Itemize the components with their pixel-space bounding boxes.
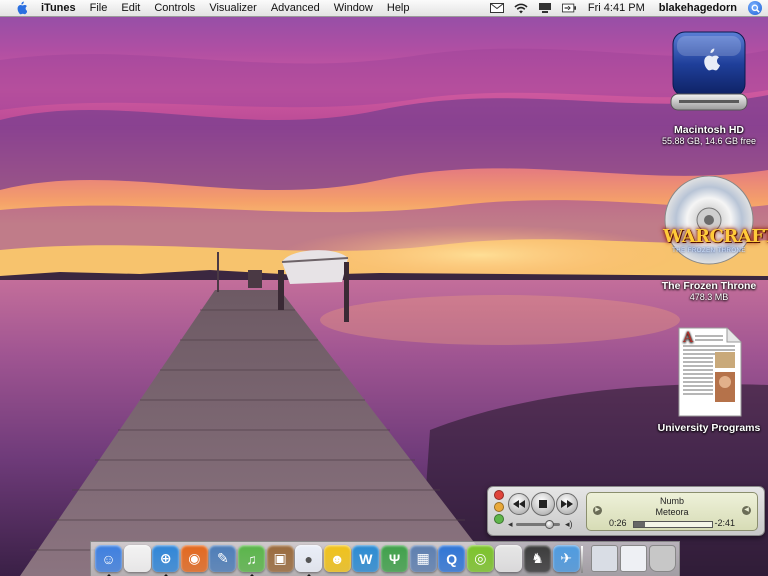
now-playing-display[interactable]: ▶ ◀ Numb Meteora 0:26 -2:41 (586, 492, 758, 531)
desktop-icon-sublabel: 478.3 MB (689, 292, 729, 302)
adium-smiley-icon[interactable]: ☻ (323, 545, 351, 572)
menu-file[interactable]: File (83, 0, 115, 16)
menu-visualizer[interactable]: Visualizer (202, 0, 264, 16)
desktop-icon-label: University Programs (657, 422, 761, 434)
menu-edit[interactable]: Edit (114, 0, 147, 16)
minimized-window-icon[interactable] (591, 545, 618, 572)
finder-icon[interactable]: ☺ (95, 545, 122, 572)
zoom-button[interactable] (494, 514, 504, 524)
minimize-button[interactable] (494, 502, 504, 512)
mail-icon[interactable] (489, 1, 504, 15)
menu-window[interactable]: Window (327, 0, 380, 16)
next-track-button[interactable] (556, 493, 578, 515)
desktop-icon-frozen-throne[interactable]: WARCRAFT THE FROZEN THRONE The Frozen Th… (654, 175, 768, 303)
song-album: Meteora (655, 507, 689, 517)
preview-icon[interactable]: ▦ (409, 545, 437, 572)
battery-icon[interactable] (561, 1, 576, 15)
fast-forward-icon (561, 500, 573, 508)
document-icon: A (673, 326, 745, 418)
ichat-icon[interactable]: ● (295, 545, 323, 572)
menu-app-name[interactable]: iTunes (34, 0, 83, 16)
desktop-icon-macintosh-hd[interactable]: Macintosh HD 55.88 GB, 14.6 GB free (654, 28, 764, 147)
firefox-icon[interactable]: ◉ (180, 545, 208, 572)
remaining-time: -2:41 (714, 518, 735, 528)
rewind-icon (513, 500, 525, 508)
warcraft-logo: WARCRAFT (663, 226, 768, 247)
quicktime-icon[interactable]: Q (438, 545, 466, 572)
menu-advanced[interactable]: Advanced (264, 0, 327, 16)
apple-icon[interactable] (495, 545, 523, 572)
volume-slider-knob[interactable] (545, 520, 554, 529)
itunes-mini-player[interactable]: ◂ ◂) ▶ ◀ Numb Meteora 0:26 -2:41 (487, 486, 765, 536)
blank-app-icon[interactable] (123, 545, 151, 572)
warcraft-subtitle: THE FROZEN THRONE (672, 248, 746, 254)
stop-icon (539, 500, 547, 508)
dock: ☺ ⊕ ◉ ✎ ♫ ▣ ● ☻ W Ψ ▦ Q ◎ ♞ ✈ (90, 541, 680, 576)
stop-button[interactable] (531, 492, 555, 516)
close-button[interactable] (494, 490, 504, 500)
song-title: Numb (659, 496, 684, 506)
mail-icon[interactable]: ✈ (552, 545, 580, 572)
hard-drive-icon (663, 28, 755, 120)
itunes-icon[interactable]: ♫ (238, 545, 265, 572)
desktop-icon-sublabel: 55.88 GB, 14.6 GB free (661, 136, 757, 146)
desktop-screen: iTunes File Edit Controls Visualizer Adv… (0, 0, 768, 576)
word-icon[interactable]: W (352, 545, 380, 572)
cd-disc-icon: WARCRAFT THE FROZEN THRONE (663, 175, 768, 276)
volume-high-icon: ◂) (565, 519, 573, 529)
desktop-icon-university-programs[interactable]: A University Programs (654, 326, 764, 434)
trash-icon[interactable] (649, 545, 676, 572)
iphoto-icon[interactable]: ▣ (266, 545, 294, 572)
volume-slider[interactable] (516, 520, 560, 529)
menu-bar: iTunes File Edit Controls Visualizer Adv… (0, 0, 768, 17)
menu-help[interactable]: Help (380, 0, 417, 16)
svg-text:A: A (682, 330, 694, 346)
menu-controls[interactable]: Controls (147, 0, 202, 16)
safari-icon[interactable]: ⊕ (152, 545, 180, 572)
song-progress-fill (634, 522, 645, 527)
desktop-icon-label: Macintosh HD (673, 124, 744, 136)
previous-track-button[interactable] (508, 493, 530, 515)
text-editor-icon[interactable]: ✎ (209, 545, 237, 572)
song-progress-bar[interactable] (633, 521, 713, 528)
apple-menu-icon[interactable] (14, 0, 28, 16)
menu-username[interactable]: blakehagedorn (652, 2, 744, 14)
limewire-icon[interactable]: ◎ (466, 545, 494, 572)
game-icon[interactable]: ♞ (524, 545, 551, 572)
display-icon[interactable] (538, 1, 552, 15)
menu-clock[interactable]: Fri 4:41 PM (581, 2, 652, 14)
wifi-icon[interactable] (514, 1, 528, 15)
dreamweaver-icon[interactable]: Ψ (381, 545, 408, 572)
dock-divider (581, 546, 583, 573)
menu-extras: Fri 4:41 PM blakehagedorn (485, 0, 768, 16)
minimized-document-icon[interactable] (620, 545, 647, 572)
desktop-icon-label: The Frozen Throne (661, 280, 757, 292)
spotlight-search-icon[interactable] (748, 1, 762, 15)
elapsed-time: 0:26 (609, 518, 627, 528)
